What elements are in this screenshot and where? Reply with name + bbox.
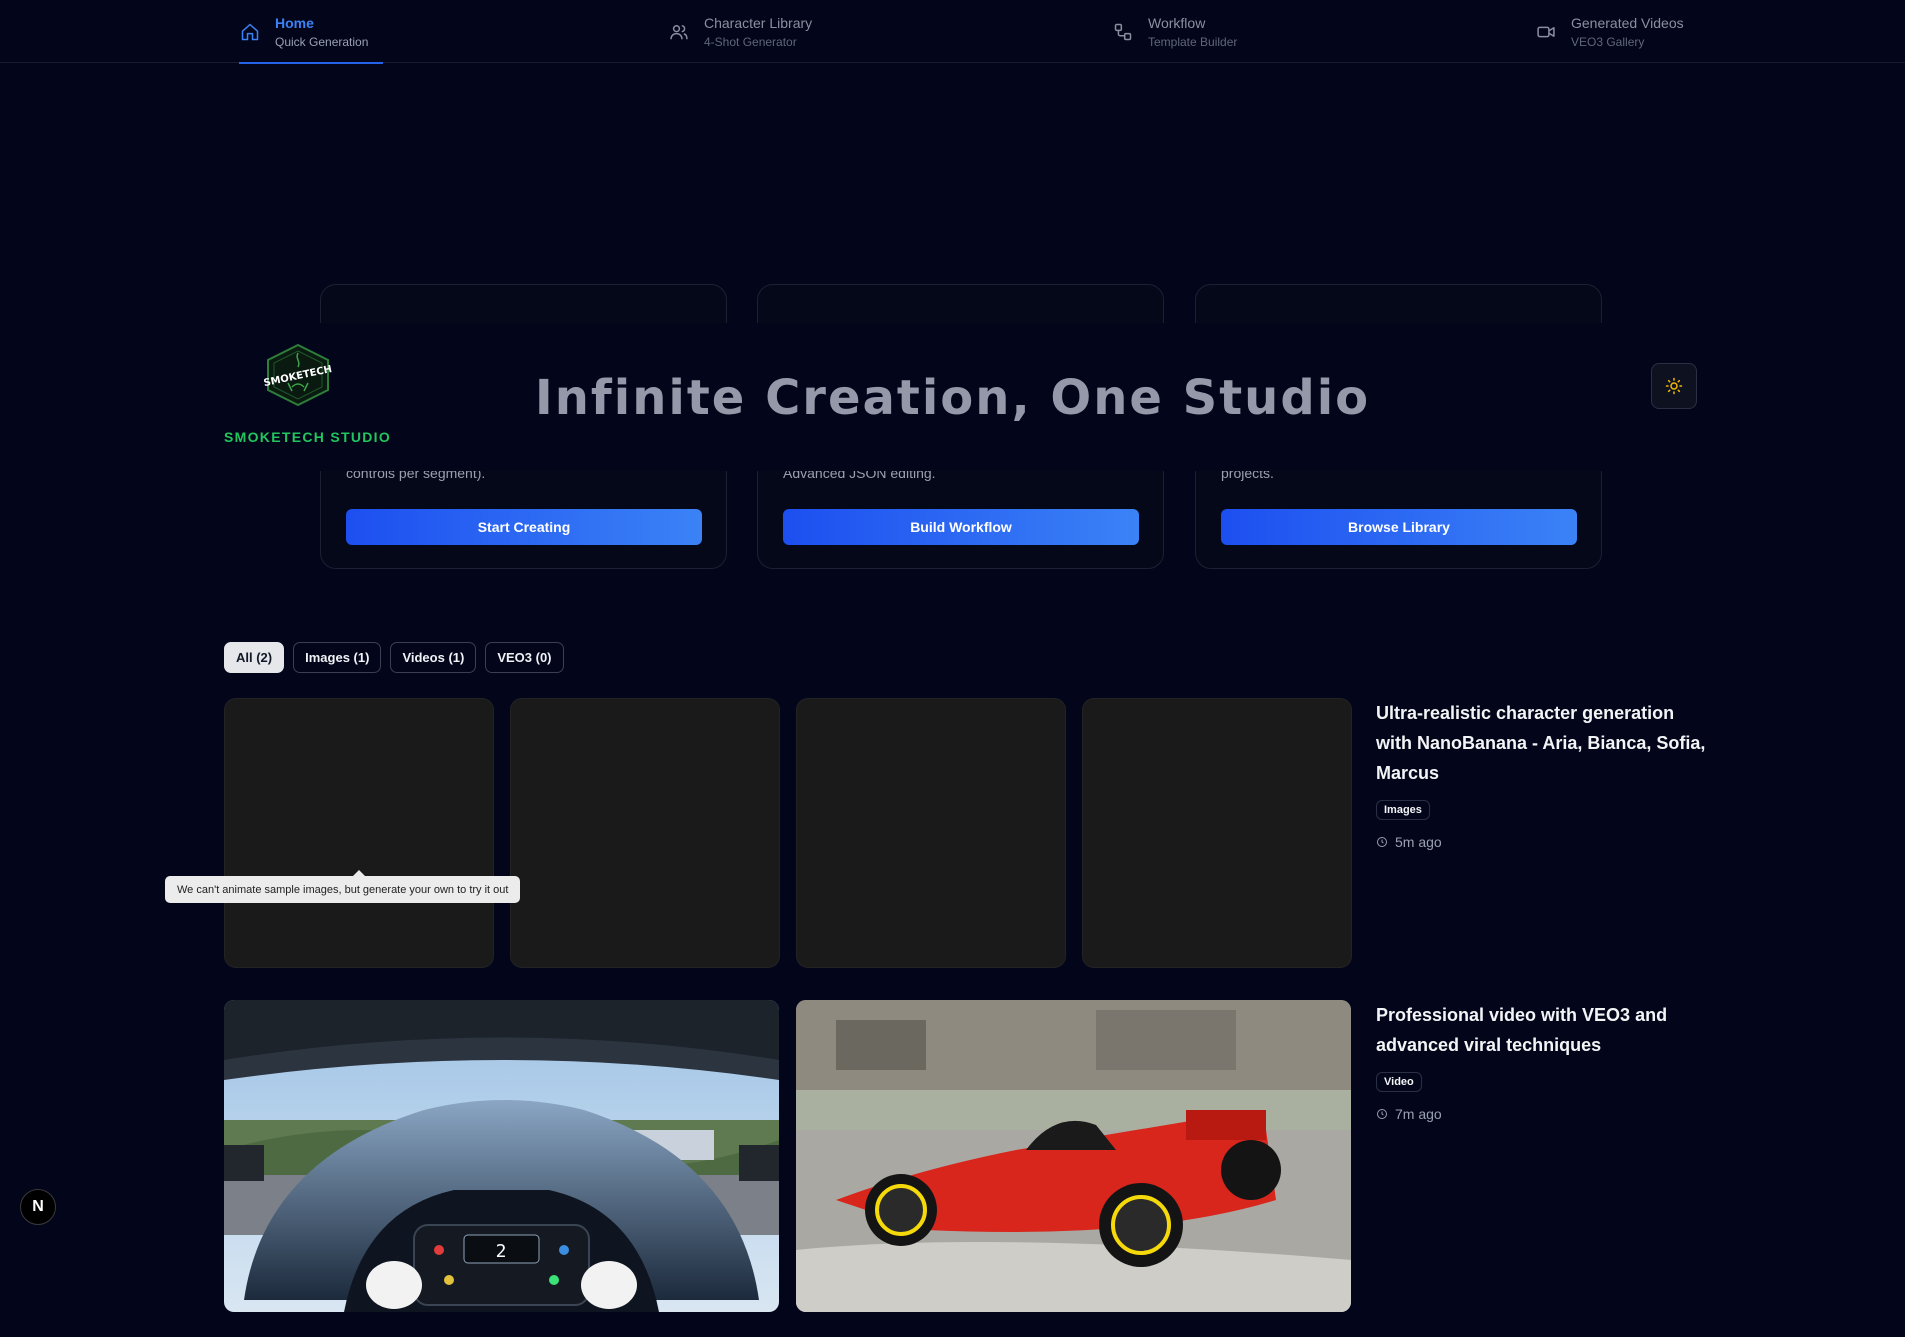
nav-sublabel: Template Builder <box>1148 34 1238 49</box>
filter-images[interactable]: Images (1) <box>293 642 382 673</box>
entry-title: Ultra-realistic character generation wit… <box>1376 703 1706 783</box>
nav-item-home[interactable]: Home Quick Generation <box>239 0 383 64</box>
nav-sublabel: Quick Generation <box>275 34 369 49</box>
filter-videos[interactable]: Videos (1) <box>390 642 477 673</box>
type-badge: Images <box>1376 800 1430 820</box>
browse-library-button[interactable]: Browse Library <box>1221 509 1577 545</box>
start-creating-button[interactable]: Start Creating <box>346 509 702 545</box>
workflow-icon <box>1112 21 1134 43</box>
brand-name: SMOKETECH STUDIO <box>224 429 392 445</box>
page-title: Infinite Creation, One Studio <box>534 370 1371 426</box>
filter-all[interactable]: All (2) <box>224 642 285 673</box>
clock-icon <box>1377 837 1387 847</box>
nav-label: Character Library <box>704 14 813 31</box>
dev-indicator-button[interactable]: N <box>20 1189 56 1225</box>
nav-sublabel: 4-Shot Generator <box>704 34 797 49</box>
nav-sublabel: VEO3 Gallery <box>1571 34 1645 49</box>
video-thumbnail-race-car[interactable] <box>796 1000 1351 1312</box>
tooltip: We can't animate sample images, but gene… <box>165 870 521 903</box>
gallery-entry-images: Ultra-realistic character generation wit… <box>1376 698 1706 850</box>
gear-readout: 2 <box>496 1241 507 1262</box>
filter-veo3[interactable]: VEO3 (0) <box>485 642 564 673</box>
timestamp: 7m ago <box>1376 1106 1706 1122</box>
timestamp-text: 7m ago <box>1395 1106 1442 1122</box>
timestamp: 5m ago <box>1376 834 1706 850</box>
gallery-entry-video: Professional video with VEO3 and advance… <box>1376 1000 1706 1122</box>
image-thumbnail[interactable] <box>1082 698 1352 968</box>
nav-label: Home <box>275 14 314 31</box>
theme-toggle-button[interactable] <box>1651 363 1697 409</box>
build-workflow-button[interactable]: Build Workflow <box>783 509 1139 545</box>
entry-title: Professional video with VEO3 and advance… <box>1376 1005 1668 1055</box>
top-navigation: Home Quick Generation Character Library … <box>0 0 1905 64</box>
users-icon <box>668 21 690 43</box>
timestamp-text: 5m ago <box>1395 834 1442 850</box>
nav-item-generated-videos[interactable]: Generated Videos VEO3 Gallery <box>1535 0 1684 63</box>
nav-label: Generated Videos <box>1571 14 1684 31</box>
filter-tabs: All (2) Images (1) Videos (1) VEO3 (0) <box>224 642 564 673</box>
image-thumbnail[interactable] <box>796 698 1066 968</box>
clock-icon <box>1377 1109 1387 1119</box>
home-icon <box>239 21 261 43</box>
nav-item-character-library[interactable]: Character Library 4-Shot Generator <box>668 0 812 63</box>
type-badge: Video <box>1376 1072 1422 1092</box>
image-thumbnail[interactable] <box>224 698 494 968</box>
sun-icon <box>1665 377 1683 395</box>
nav-item-workflow[interactable]: Workflow Template Builder <box>1112 0 1237 63</box>
video-icon <box>1535 21 1557 43</box>
nav-label: Workflow <box>1148 14 1206 31</box>
image-thumbnail[interactable] <box>510 698 780 968</box>
video-thumbnail-cockpit[interactable]: 2 <box>224 1000 779 1312</box>
